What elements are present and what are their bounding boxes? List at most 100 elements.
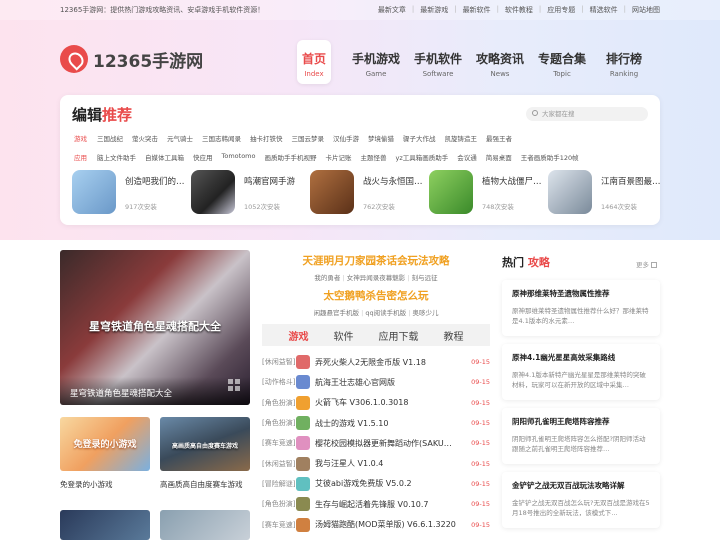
app-tag[interactable]: 自媒体工具箱 [145,152,184,162]
tab-games[interactable]: 游戏 [289,328,309,343]
hot-guide-card[interactable]: 金铲铲之战无双百战玩法攻略详解 金铲铲之战无双百战怎么玩?无双百战是游戏在5月1… [502,472,660,528]
game-tag[interactable]: 萤火突击 [132,133,158,143]
site-logo[interactable]: 12365手游网 [60,45,203,73]
game-tag[interactable]: 元气骑士 [167,133,193,143]
hot-guide-card[interactable]: 阴阳师孔雀明王爬塔阵容推荐 阴阳师孔雀明王爬塔阵容怎么搭配?阴阳师活动跟随之前孔… [502,408,660,464]
game-icon [296,395,310,410]
app-tag[interactable]: yz工具箱画质助手 [396,152,449,162]
nav-item-ranking[interactable]: 排行榜 Ranking [593,40,655,84]
nav-sub: Game [365,70,387,78]
list-item[interactable]: [休闲益智] 我与汪星人 V1.0.4 09-15 [262,453,490,473]
thumb-caption[interactable]: 高画质高自由度赛车游戏 [160,479,243,490]
app-tag[interactable]: 脑上文件助手 [97,152,136,162]
search-input[interactable]: 大家都在搜 [526,107,648,121]
nav-item-game[interactable]: 手机游戏 Game [345,40,407,84]
more-link[interactable]: 更多 [636,259,658,269]
app-name: 鸣潮官网手游 [244,177,296,187]
card-title: 金铲铲之战无双百战玩法攻略详解 [512,481,625,490]
list-item[interactable]: [动作格斗] 航海王壮志雄心官网版 09-15 [262,372,490,392]
recommended-app[interactable]: 江南百景图最… 1464次安装 [548,170,667,214]
item-category: [角色扮演] [262,500,296,509]
thumb-more-1[interactable] [60,510,150,540]
app-tag[interactable]: 主题怪兽 [361,152,387,162]
nav-sub: Index [304,70,324,78]
top-link-latest-articles[interactable]: 最新文章 [378,5,406,15]
hot-guide-card[interactable]: 原神那维莱特圣遗物属性推荐 原神那维莱特圣遗物属性推荐什么好？那维莱特是4.1版… [502,280,660,336]
list-item[interactable]: [角色扮演] 火箭飞车 V306.1.0.3018 09-15 [262,393,490,413]
headline-primary[interactable]: 天涯明月刀家园茶话会玩法攻略 [262,253,490,268]
logo-icon [60,45,88,73]
search-placeholder: 大家都在搜 [542,110,575,118]
nav-title: 攻略资讯 [475,52,524,66]
game-tag[interactable]: 三国云梦录 [292,133,325,143]
list-item[interactable]: [赛车竞速] 汤姆猫跑酷(MOD菜单版) V6.6.1.3220 09-15 [262,514,490,534]
item-category: [动作格斗] [262,378,296,387]
app-icon [72,170,116,214]
hot-guide-card[interactable]: 原神4.1幽光星星高效采集路线 原神4.1版本新特产幽光星星是那维莱特的突破材料… [502,344,660,400]
thumb-more-2[interactable] [160,510,250,540]
top-link-latest-software[interactable]: 最新软件 [463,5,491,15]
nav-item-topic[interactable]: 专题合集 Topic [531,40,593,84]
top-link-app-topics[interactable]: 应用专题 [547,5,575,15]
recommended-app[interactable]: 创造吧我们的… 917次安装 [72,170,191,214]
game-tag[interactable]: 抽卡打铁快 [250,133,283,143]
list-item[interactable]: [角色扮演] 生存与崛起活着先锋服 V0.10.7 09-15 [262,494,490,514]
app-tag[interactable]: 会议通 [457,152,477,162]
thumb-caption[interactable]: 免登录的小游戏 [60,479,113,490]
list-item[interactable]: [赛车竞速] 樱花校园模拟器更新舞蹈动作(SAKU… 09-15 [262,433,490,453]
app-tag[interactable]: 卡片记账 [326,152,352,162]
sub-link[interactable]: 奥哆少儿 [412,309,438,317]
sub-link[interactable]: 刻与远征 [412,274,438,282]
recommended-app[interactable]: 战火与永恒国… 762次安装 [310,170,429,214]
top-link-latest-games[interactable]: 最新游戏 [420,5,448,15]
app-tag[interactable]: Tomotomo [222,152,256,162]
nav-sub: Ranking [609,70,639,78]
tab-software[interactable]: 软件 [334,328,354,343]
game-tag[interactable]: 三国战纪 [97,133,123,143]
game-tag[interactable]: 最强王者 [486,133,512,143]
app-tag[interactable]: 快应用 [193,152,213,162]
game-tag[interactable]: 三国志韩闻录 [202,133,241,143]
recommended-app[interactable]: 鸣潮官网手游 1052次安装 [191,170,310,214]
list-item[interactable]: [角色扮演] 战士的游戏 V1.5.10 09-15 [262,413,490,433]
thumb-overlay-text: 免登录的小游戏 [73,440,137,450]
content-tabs: 游戏 软件 应用下载 教程 [262,324,490,346]
recommended-app[interactable]: 植物大战僵尸… 748次安装 [429,170,548,214]
tab-app-download[interactable]: 应用下载 [379,328,419,343]
app-tag[interactable]: 画质助手手机视野 [265,152,317,162]
gallery-icon [228,379,240,391]
list-item[interactable]: [休闲益智] 弄死火柴人2无限金币版 V1.18 09-15 [262,352,490,372]
thumb-overlay-text: 高画质高自由度赛车游戏 [171,443,238,450]
sub-link[interactable]: qq阅读手机版 [365,309,406,317]
editor-title-part-b: 推荐 [102,106,133,124]
game-tag[interactable]: 汉仙手游 [333,133,359,143]
nav-item-software[interactable]: 手机软件 Software [407,40,469,84]
sub-link[interactable]: 我的勇者 [314,274,340,282]
game-tag[interactable]: 骤子大作战 [403,133,436,143]
top-link-sitemap[interactable]: 网站地图 [632,5,660,15]
app-tag[interactable]: 王者画质助手120帧 [521,152,579,162]
hot-title-part-a: 热门 [502,256,524,269]
sub-link[interactable]: 女神异闻录夜幕魅影 [347,274,406,282]
item-name: 樱花校园模拟器更新舞蹈动作(SAKU… [315,438,452,448]
thumb-mini-games[interactable]: 免登录的小游戏 [60,417,150,471]
thumb-racing-games[interactable]: 高画质高自由度赛车游戏 [160,417,250,471]
nav-item-index[interactable]: 首页 Index [297,40,331,84]
item-category: [休闲益智] [262,459,296,468]
headline-secondary[interactable]: 太空鹅鸭杀告密怎么玩 [262,288,490,303]
list-item[interactable]: [冒险解谜] 艾彼abi游戏免费版 V5.0.2 09-15 [262,474,490,494]
top-link-software-tutorials[interactable]: 软件教程 [505,5,533,15]
item-date: 09-15 [471,398,490,407]
item-category: [赛车竞速] [262,520,296,529]
sub-link[interactable]: 闲趣悬官手机版 [314,309,360,317]
featured-banner[interactable]: 星穹铁道角色星魂搭配大全 星穹铁道角色星魂搭配大全 [60,250,250,405]
tab-tutorials[interactable]: 教程 [444,328,464,343]
card-desc: 金铲铲之战无双百战怎么玩?无双百战是游戏在5月18号推出的全新玩法，该模式下… [512,499,650,517]
headline-sub-links: 我的勇者 | 女神异闻录夜幕魅影 | 刻与远征 [314,274,438,282]
game-tag[interactable]: 凯旋铸造王 [445,133,478,143]
nav-item-news[interactable]: 攻略资讯 News [469,40,531,84]
item-date: 09-15 [471,378,490,387]
top-link-selected-software[interactable]: 精选软件 [590,5,618,15]
app-tag[interactable]: 简易桌面 [486,152,512,162]
game-tag[interactable]: 梦境偷猎 [368,133,394,143]
